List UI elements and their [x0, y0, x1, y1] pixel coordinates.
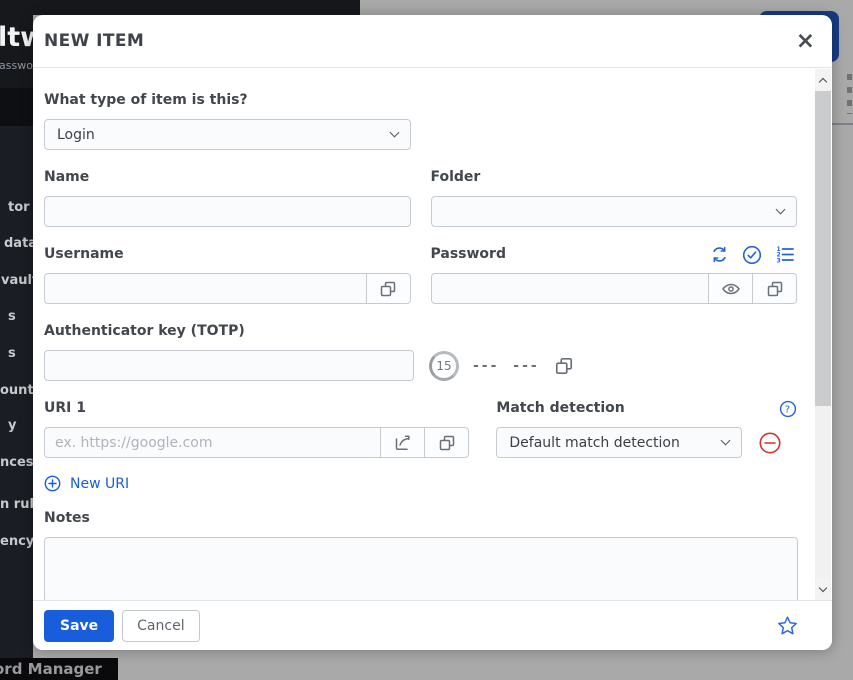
check-password-button[interactable]	[742, 245, 762, 265]
toggle-password-visibility-button[interactable]	[708, 273, 753, 304]
copy-icon	[554, 356, 574, 376]
name-label: Name	[44, 169, 411, 186]
favorite-button[interactable]	[776, 615, 799, 637]
match-detection-select[interactable]: Default match detection	[496, 427, 742, 458]
copy-icon	[438, 434, 456, 452]
sidebar-item-fragment: ount	[0, 383, 33, 398]
sidebar-item-fragment: vault	[1, 273, 33, 288]
folder-label: Folder	[431, 169, 798, 186]
screen: ltw asswo tor data vault s s ount y nces…	[0, 0, 853, 680]
password-manager-label-fragment: ord Manager	[0, 660, 102, 678]
sidebar-item-fragment: tor	[8, 200, 30, 215]
background-grip-fragment	[847, 74, 852, 114]
chevron-down-icon	[776, 205, 786, 215]
notes-textarea[interactable]	[44, 537, 798, 600]
uri-label: URI 1	[44, 400, 469, 417]
copy-totp-button[interactable]	[554, 356, 574, 376]
remove-uri-button[interactable]	[758, 431, 782, 455]
sidebar-item-fragment: y	[8, 418, 16, 433]
scroll-up-button[interactable]	[815, 69, 831, 91]
chevron-up-icon	[819, 77, 827, 85]
username-label: Username	[44, 246, 411, 263]
item-type-value: Login	[57, 127, 391, 143]
item-type-label: What type of item is this?	[44, 92, 797, 109]
background-sidebar: tor data vault s s ount y nces n rule en…	[0, 126, 33, 658]
numbered-list-icon: 123	[775, 245, 795, 264]
sidebar-item-fragment: data	[4, 236, 33, 251]
launch-uri-button[interactable]	[380, 427, 425, 458]
svg-text:?: ?	[785, 404, 790, 415]
check-circle-icon	[742, 245, 762, 265]
generate-password-button[interactable]	[710, 245, 729, 264]
background-sidebar-band	[0, 88, 33, 126]
copy-password-button[interactable]	[752, 273, 797, 304]
background-bottom-bar: ord Manager	[0, 658, 118, 680]
generate-password-icon	[710, 245, 729, 264]
star-icon	[776, 615, 799, 637]
dialog-body: What type of item is this? Login Name Fo…	[33, 69, 815, 600]
dialog-title: NEW ITEM	[44, 31, 144, 51]
copy-icon	[766, 280, 784, 298]
username-input[interactable]	[44, 273, 367, 304]
match-detection-help-button[interactable]: ?	[779, 400, 797, 418]
item-type-select[interactable]: Login	[44, 119, 411, 150]
password-input[interactable]	[431, 273, 710, 304]
chevron-down-icon	[721, 436, 731, 446]
copy-uri-button[interactable]	[424, 427, 469, 458]
chevron-down-icon	[390, 128, 400, 138]
copy-icon	[379, 280, 397, 298]
cancel-button[interactable]: Cancel	[122, 610, 199, 642]
copy-username-button[interactable]	[366, 273, 411, 304]
totp-label: Authenticator key (TOTP)	[44, 323, 797, 340]
question-circle-icon: ?	[779, 400, 797, 418]
folder-select[interactable]	[431, 196, 798, 227]
match-detection-label: Match detection	[496, 400, 624, 417]
totp-countdown-timer: 15	[429, 351, 459, 381]
name-input[interactable]	[44, 196, 411, 227]
sidebar-item-fragment: s	[8, 309, 16, 324]
sidebar-item-fragment: ency a	[0, 534, 33, 549]
sidebar-item-fragment: s	[8, 346, 16, 361]
password-history-button[interactable]: 123	[775, 245, 795, 264]
sidebar-item-fragment: nces	[0, 455, 33, 470]
password-label: Password	[431, 246, 506, 263]
dialog-header: NEW ITEM ×	[33, 15, 832, 68]
totp-code-placeholder: --- ---	[473, 358, 540, 374]
new-uri-button[interactable]: New URI	[44, 475, 797, 492]
scrollbar-thumb[interactable]	[815, 91, 831, 406]
totp-input[interactable]	[44, 350, 414, 381]
svg-text:3: 3	[777, 257, 781, 264]
close-icon[interactable]: ×	[796, 31, 815, 51]
chevron-down-icon	[819, 583, 827, 591]
save-button[interactable]: Save	[44, 610, 114, 642]
sidebar-item-fragment: n rule	[0, 497, 33, 512]
background-logo-block: ltw asswo	[0, 0, 33, 88]
totp-countdown-value: 15	[436, 359, 451, 373]
minus-circle-icon	[758, 431, 782, 455]
new-item-dialog: NEW ITEM × What type of item is this? Lo…	[33, 15, 832, 650]
launch-icon	[393, 433, 412, 452]
bitwarden-logo-fragment: ltw	[0, 22, 33, 53]
uri-input[interactable]	[44, 427, 381, 458]
match-detection-value: Default match detection	[509, 435, 722, 451]
notes-label: Notes	[44, 510, 797, 527]
background-header	[0, 0, 360, 15]
dialog-scrollbar[interactable]	[815, 69, 831, 600]
eye-icon	[721, 279, 741, 299]
dialog-footer: Save Cancel	[33, 600, 832, 650]
bitwarden-logo-subtitle-fragment: asswo	[0, 59, 33, 72]
plus-circle-icon	[44, 475, 61, 492]
new-uri-label: New URI	[70, 476, 129, 492]
scroll-down-button[interactable]	[815, 578, 831, 600]
background-header-border	[831, 123, 853, 125]
